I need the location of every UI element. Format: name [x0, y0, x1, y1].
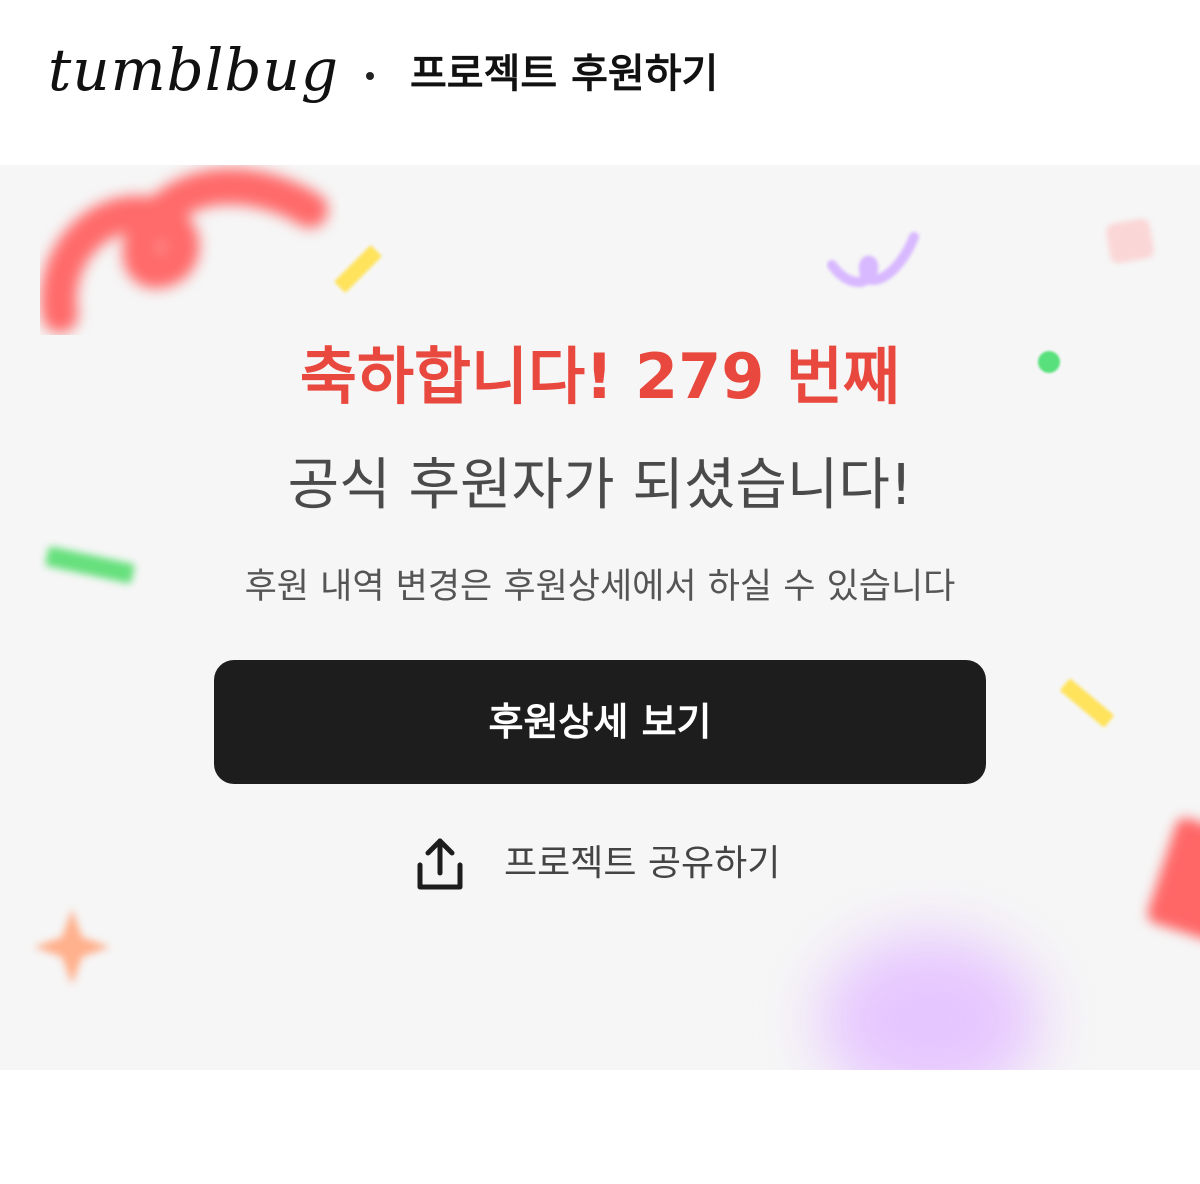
confetti-yellow-strip: [333, 244, 383, 294]
page-title: 프로젝트 후원하기: [410, 51, 719, 97]
confetti-red-block: [1144, 815, 1200, 945]
backing-change-note: 후원 내역 변경은 후원상세에서 하실 수 있습니다: [244, 567, 956, 607]
share-project-link[interactable]: 프로젝트 공유하기: [410, 835, 830, 895]
celebration-panel: 축하합니다! 279 번째 공식 후원자가 되셨습니다! 후원 내역 변경은 후…: [0, 165, 1200, 1070]
confetti-purple-glow: [820, 935, 1040, 1070]
share-upload-icon: [417, 838, 463, 890]
header-bar: tumblbug 프로젝트 후원하기: [0, 0, 1200, 165]
view-backing-details-button[interactable]: 후원상세 보기: [214, 660, 986, 784]
backer-subhead: 공식 후원자가 되셨습니다!: [287, 453, 913, 518]
tumblbug-logo[interactable]: tumblbug: [48, 30, 339, 110]
share-project-label: 프로젝트 공유하기: [504, 843, 781, 884]
confetti-yellow-strip-right: [1059, 678, 1115, 728]
header-separator-dot: [366, 72, 374, 80]
congrats-headline: 축하합니다! 279 번째: [299, 340, 901, 413]
confetti-red-swirl-icon: [40, 168, 328, 333]
confetti-purple-squiggle-icon: [827, 232, 919, 287]
confetti-orange-star-icon: [34, 909, 110, 985]
page-bottom-space: [0, 1070, 1200, 1184]
confetti-pink-square: [1104, 217, 1156, 265]
